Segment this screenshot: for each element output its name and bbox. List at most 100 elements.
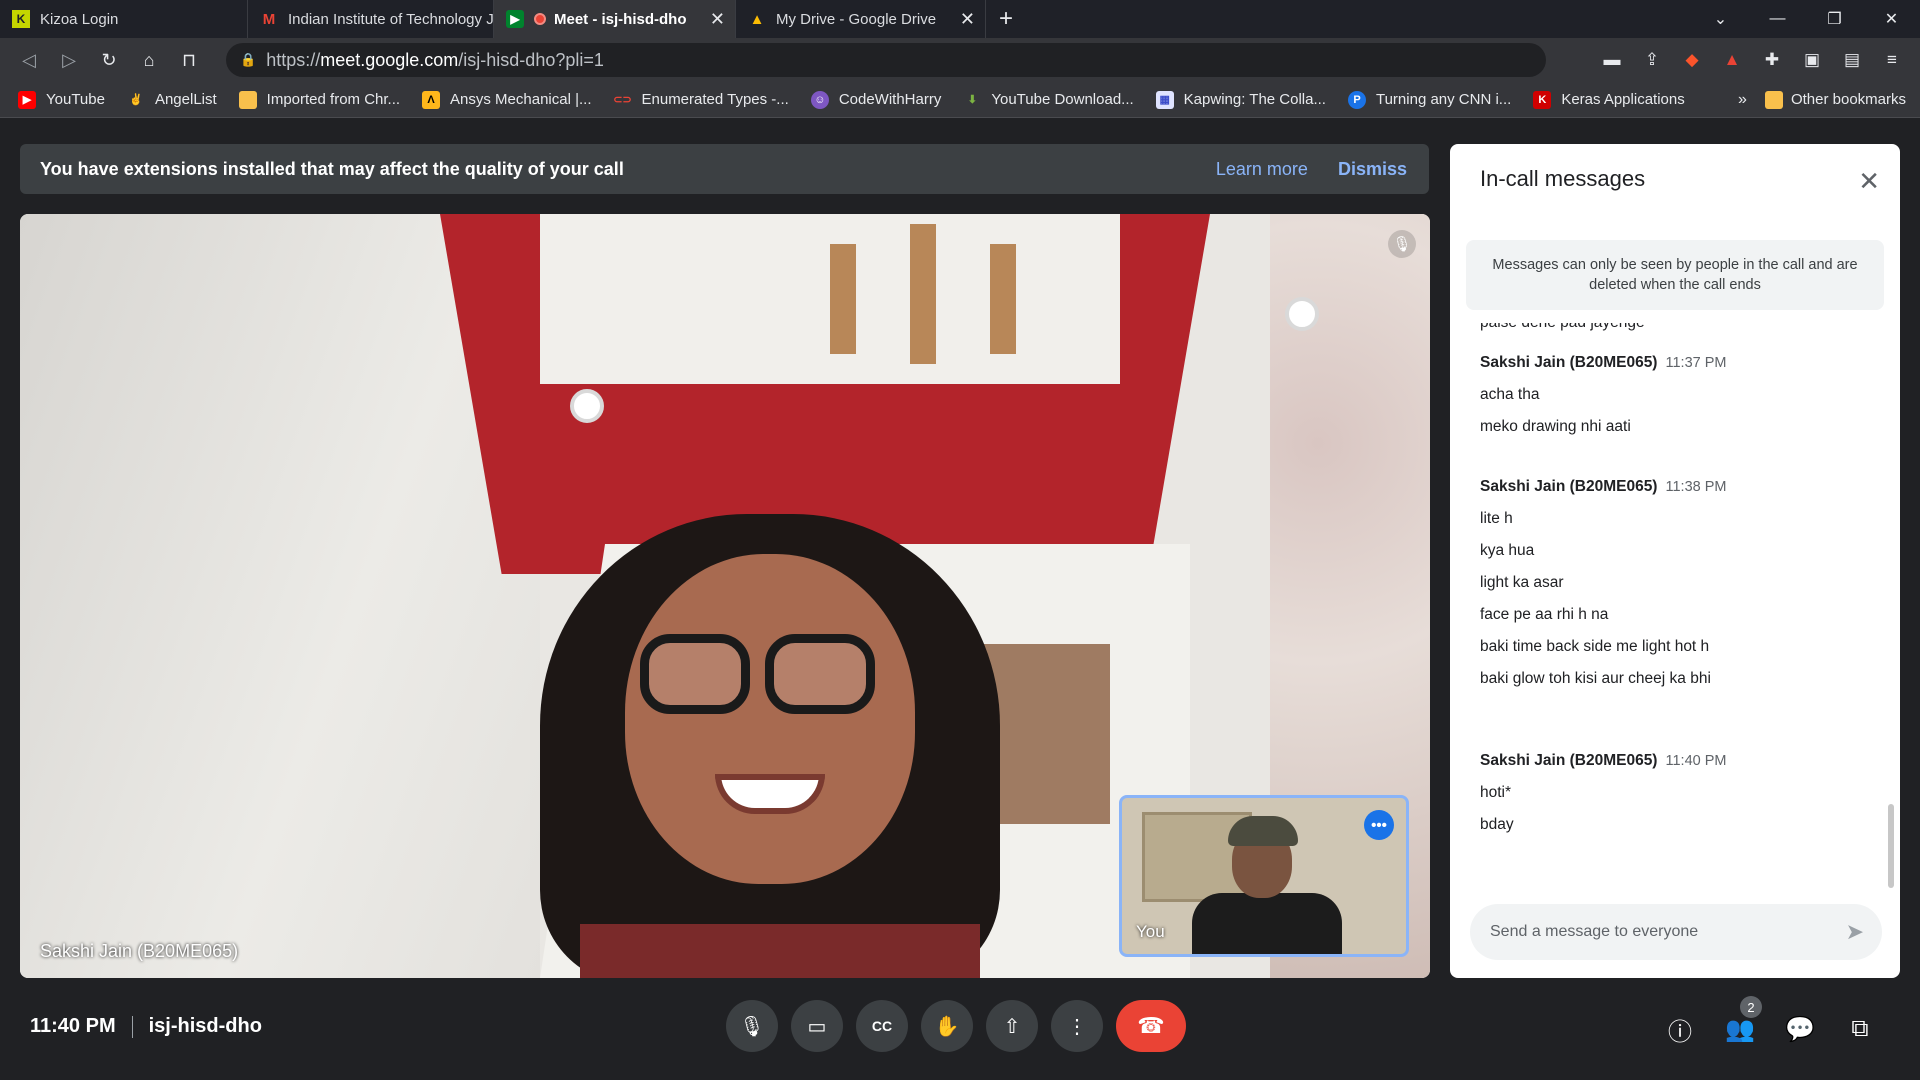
tab-kizoa[interactable]: K Kizoa Login bbox=[0, 0, 248, 38]
present-button[interactable]: ⇧ bbox=[986, 1000, 1038, 1052]
bookmark-label: CodeWithHarry bbox=[838, 91, 942, 108]
message-text: meko drawing nhi aati bbox=[1480, 418, 1631, 435]
message-text: baki glow toh kisi aur cheej ka bhi bbox=[1480, 670, 1711, 687]
close-icon[interactable]: ✕ bbox=[1858, 166, 1880, 197]
self-view-tile[interactable]: ••• You bbox=[1119, 795, 1409, 957]
microphone-button[interactable]: 🎙 bbox=[726, 1000, 778, 1052]
bookmark-cnn[interactable]: P Turning any CNN i... bbox=[1347, 90, 1512, 109]
tab-search-icon[interactable]: ⌄ bbox=[1692, 0, 1749, 38]
bookmark-label: Turning any CNN i... bbox=[1375, 91, 1512, 108]
tab-drive[interactable]: ▲ My Drive - Google Drive ✕ bbox=[736, 0, 986, 38]
reload-icon[interactable]: ↻ bbox=[90, 41, 128, 79]
more-options-button[interactable]: ⋮ bbox=[1051, 1000, 1103, 1052]
bookmarks-bar: ▶ YouTube ✌ AngelList Imported from Chr...… bbox=[0, 82, 1920, 118]
home-icon[interactable]: ⌂ bbox=[130, 41, 168, 79]
meeting-info: 11:40 PM isj-hisd-dho bbox=[30, 1015, 262, 1038]
activities-button[interactable]: ⧉ bbox=[1830, 1008, 1890, 1050]
message-text: kya hua bbox=[1480, 542, 1535, 559]
bookmark-angellist[interactable]: ✌ AngelList bbox=[127, 91, 217, 109]
microphone-icon: 🎙 bbox=[739, 1015, 765, 1038]
close-window-icon[interactable]: ✕ bbox=[1863, 0, 1920, 38]
tab-meet[interactable]: ▶ Meet - isj-hisd-dho ✕ bbox=[494, 0, 736, 38]
chat-button[interactable]: 💬 bbox=[1770, 1008, 1830, 1050]
message-group: Sakshi Jain (B20ME065) 11:37 PM acha tha … bbox=[1480, 354, 1726, 436]
bookmark-youtube[interactable]: ▶ YouTube bbox=[18, 90, 105, 109]
mic-muted-icon: 🎙 bbox=[1388, 230, 1416, 258]
camera-icon: ▭ bbox=[807, 1015, 827, 1038]
bookmark-youtube-download[interactable]: ⬇ YouTube Download... bbox=[963, 91, 1134, 109]
video-background bbox=[830, 244, 856, 354]
hand-icon: ✋ bbox=[934, 1015, 960, 1038]
maximize-icon[interactable]: ❐ bbox=[1806, 0, 1863, 38]
in-call-messages-panel: In-call messages ✕ Messages can only be … bbox=[1450, 144, 1900, 978]
meeting-details-button[interactable]: ⓘ bbox=[1650, 1008, 1710, 1050]
camera-button[interactable]: ▭ bbox=[791, 1000, 843, 1052]
send-icon[interactable]: ➤ bbox=[1846, 919, 1864, 945]
learn-more-link[interactable]: Learn more bbox=[1216, 159, 1308, 180]
message-group: Sakshi Jain (B20ME065) 11:38 PM lite h ky… bbox=[1480, 478, 1726, 688]
share-icon[interactable]: ⇪ bbox=[1632, 43, 1672, 77]
tab-title: My Drive - Google Drive bbox=[776, 10, 937, 28]
pyimagesearch-icon: P bbox=[1347, 90, 1366, 109]
brave-shields-icon[interactable]: ◆ bbox=[1672, 43, 1712, 77]
message-group: Sakshi Jain (B20ME065) 11:40 PM hoti* bda… bbox=[1480, 752, 1726, 834]
video-background bbox=[570, 389, 604, 423]
menu-icon[interactable]: ≡ bbox=[1872, 43, 1912, 77]
extensions-icon[interactable]: ✚ bbox=[1752, 43, 1792, 77]
bookmark-ansys[interactable]: Λ Ansys Mechanical |... bbox=[422, 90, 592, 109]
minimize-icon[interactable]: — bbox=[1749, 0, 1806, 38]
address-bar[interactable]: 🔒 https://meet.google.com/isj-hisd-dho?p… bbox=[226, 43, 1546, 77]
bookmark-enumerated[interactable]: ⊂⊃ Enumerated Types -... bbox=[613, 91, 789, 109]
people-button[interactable]: 👥 2 bbox=[1710, 996, 1770, 1050]
lock-icon: 🔒 bbox=[240, 52, 257, 67]
end-call-icon: ☎ bbox=[1137, 1013, 1165, 1038]
message-time: 11:40 PM bbox=[1665, 753, 1727, 769]
more-bookmarks-button[interactable]: » bbox=[1738, 91, 1747, 109]
ansys-icon: Λ bbox=[422, 90, 441, 109]
sidebar-icon[interactable]: ▣ bbox=[1792, 43, 1832, 77]
bookmark-keras[interactable]: K Keras Applications bbox=[1533, 90, 1685, 109]
present-icon: ⇧ bbox=[1003, 1015, 1021, 1038]
captions-icon: CC bbox=[871, 1018, 893, 1034]
url-host: meet.google.com bbox=[320, 49, 459, 70]
back-icon[interactable]: ◁ bbox=[10, 41, 48, 79]
scrollbar[interactable] bbox=[1888, 804, 1894, 888]
tab-title: Indian Institute of Technology Jodhpur bbox=[288, 10, 494, 28]
message-input[interactable]: Send a message to everyone ➤ bbox=[1470, 904, 1882, 960]
current-time: 11:40 PM bbox=[30, 1015, 116, 1037]
bookmark-icon[interactable]: ⊓ bbox=[170, 41, 208, 79]
bookmark-kapwing[interactable]: ▦ Kapwing: The Colla... bbox=[1155, 90, 1326, 109]
forward-icon[interactable]: ▷ bbox=[50, 41, 88, 79]
new-tab-button[interactable]: + bbox=[986, 5, 1026, 33]
dismiss-button[interactable]: Dismiss bbox=[1338, 159, 1407, 180]
panel-title: In-call messages bbox=[1480, 166, 1646, 191]
kapwing-icon: ▦ bbox=[1155, 90, 1174, 109]
brave-rewards-icon[interactable]: ▲ bbox=[1712, 43, 1752, 77]
other-bookmarks[interactable]: Other bookmarks bbox=[1764, 90, 1906, 109]
camera-permission-icon[interactable]: ▬ bbox=[1592, 43, 1632, 77]
captions-button[interactable]: CC bbox=[856, 1000, 908, 1052]
bookmark-imported[interactable]: Imported from Chr... bbox=[238, 90, 400, 109]
browser-tab-bar: K Kizoa Login M Indian Institute of Tech… bbox=[0, 0, 1920, 38]
message-text: bday bbox=[1480, 816, 1514, 833]
more-vert-icon: ⋮ bbox=[1067, 1015, 1087, 1038]
message-sender: Sakshi Jain (B20ME065) 11:38 PM bbox=[1480, 478, 1727, 495]
tab-iitj-gmail[interactable]: M Indian Institute of Technology Jodhpur bbox=[248, 0, 494, 38]
leave-call-button[interactable]: ☎ bbox=[1116, 1000, 1186, 1052]
wallet-icon[interactable]: ▤ bbox=[1832, 43, 1872, 77]
oracle-icon: ⊂⊃ bbox=[613, 94, 632, 106]
close-tab-icon[interactable]: ✕ bbox=[960, 9, 975, 30]
chat-icon: 💬 bbox=[1785, 1015, 1815, 1043]
self-label: You bbox=[1136, 922, 1165, 941]
folder-icon bbox=[1764, 90, 1783, 109]
raise-hand-button[interactable]: ✋ bbox=[921, 1000, 973, 1052]
tab-title: Kizoa Login bbox=[40, 10, 119, 28]
divider bbox=[131, 1015, 133, 1038]
bookmark-codewithharry[interactable]: ☺ CodeWithHarry bbox=[810, 90, 942, 109]
close-tab-icon[interactable]: ✕ bbox=[710, 9, 725, 30]
banner-text: You have extensions installed that may a… bbox=[40, 158, 624, 179]
more-options-icon[interactable]: ••• bbox=[1364, 810, 1394, 840]
gmail-icon: M bbox=[262, 10, 276, 28]
bookmark-label: Keras Applications bbox=[1561, 91, 1685, 108]
drive-icon: ▲ bbox=[749, 10, 765, 28]
